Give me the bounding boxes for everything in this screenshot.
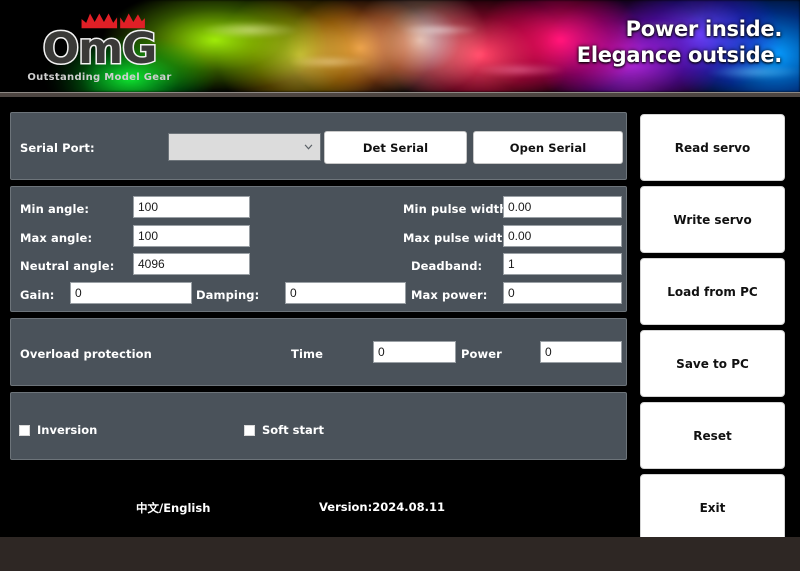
inversion-checkbox-row[interactable]: Inversion (19, 423, 97, 437)
gain-input[interactable] (70, 282, 192, 304)
overload-time-input[interactable] (373, 341, 456, 363)
read-servo-button[interactable]: Read servo (640, 114, 785, 181)
language-toggle-link[interactable]: 中文/English (136, 500, 210, 516)
min-angle-label: Min angle: (20, 202, 90, 216)
max-angle-input[interactable] (133, 225, 250, 247)
max-pulse-width-label: Max pulse width: (403, 231, 516, 245)
inversion-label: Inversion (37, 423, 98, 437)
exit-button[interactable]: Exit (640, 474, 785, 541)
overload-power-input[interactable] (540, 341, 622, 363)
overload-time-label: Time (291, 347, 323, 361)
brand-tagline: Power inside. Elegance outside. (576, 16, 783, 68)
soft-start-checkbox-row[interactable]: Soft start (244, 423, 324, 437)
version-label: Version:2024.08.11 (319, 500, 445, 514)
serial-port-select[interactable] (168, 133, 321, 161)
max-angle-label: Max angle: (20, 231, 93, 245)
damping-input[interactable] (285, 282, 406, 304)
save-to-pc-button[interactable]: Save to PC (640, 330, 785, 397)
window-bottom-frame (0, 537, 800, 571)
damping-label: Damping: (196, 288, 260, 302)
max-power-input[interactable] (503, 282, 622, 304)
neutral-angle-label: Neutral angle: (20, 259, 115, 273)
min-angle-input[interactable] (133, 196, 250, 218)
overload-power-label: Power (461, 347, 502, 361)
chevron-down-icon (304, 144, 313, 150)
neutral-angle-input[interactable] (133, 253, 250, 275)
load-from-pc-button[interactable]: Load from PC (640, 258, 785, 325)
detect-serial-button[interactable]: Det Serial (324, 131, 467, 164)
max-power-label: Max power: (411, 288, 488, 302)
overload-protection-label: Overload protection (20, 347, 152, 361)
tagline-line-2: Elegance outside. (576, 43, 783, 67)
min-pulse-width-input[interactable] (503, 196, 622, 218)
brand-logo: OmG Outstanding Model Gear (22, 12, 177, 84)
inversion-checkbox[interactable] (19, 424, 30, 436)
max-pulse-width-input[interactable] (503, 225, 622, 247)
serial-port-label: Serial Port: (20, 141, 95, 155)
tagline-line-1: Power inside. (625, 17, 783, 41)
soft-start-checkbox[interactable] (244, 424, 255, 436)
application-window: OmG Outstanding Model Gear Power inside.… (0, 0, 800, 571)
header-banner: OmG Outstanding Model Gear Power inside.… (0, 0, 800, 92)
logo-subtitle: Outstanding Model Gear (27, 72, 172, 83)
reset-button[interactable]: Reset (640, 402, 785, 469)
soft-start-label: Soft start (262, 423, 324, 437)
open-serial-button[interactable]: Open Serial (473, 131, 623, 164)
logo-wordmark: OmG (41, 24, 159, 74)
deadband-label: Deadband: (411, 259, 483, 273)
min-pulse-width-label: Min pulse width: (403, 202, 513, 216)
gain-label: Gain: (20, 288, 55, 302)
write-servo-button[interactable]: Write servo (640, 186, 785, 253)
deadband-input[interactable] (503, 253, 622, 275)
